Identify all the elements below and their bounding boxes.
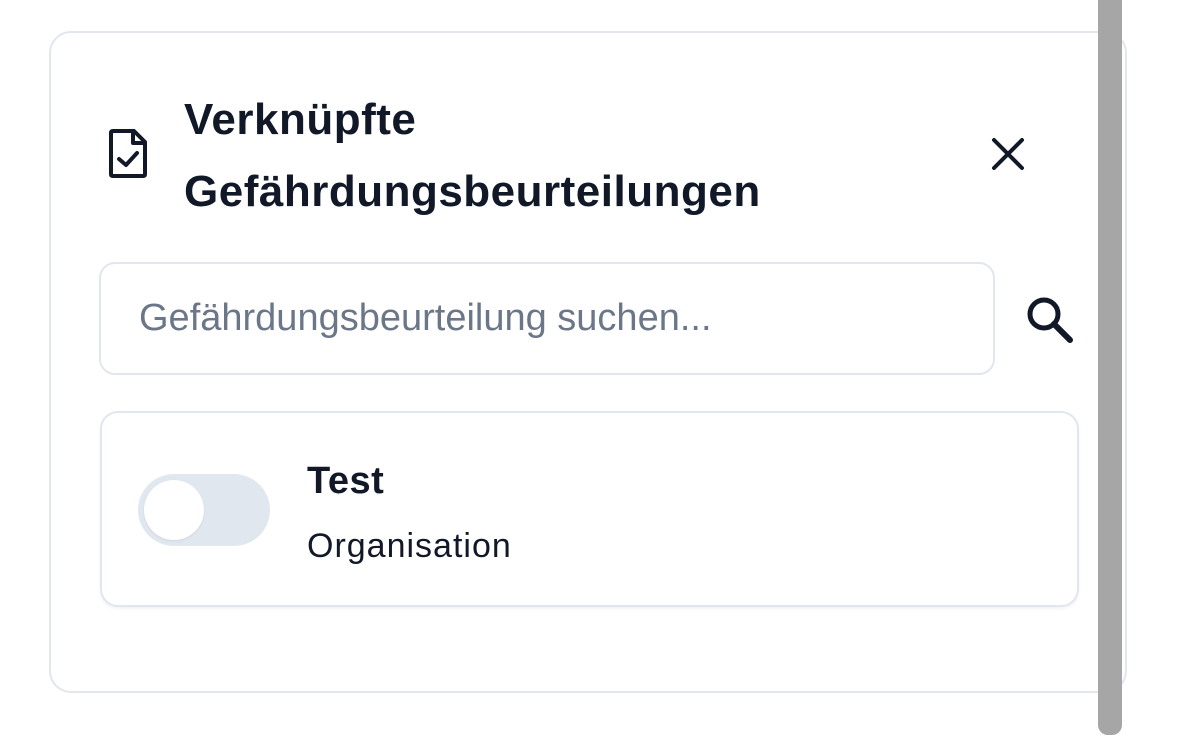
link-toggle[interactable]: [138, 474, 270, 546]
list-item-subtitle: Organisation: [307, 527, 512, 565]
search-input[interactable]: [99, 262, 995, 375]
dialog-title-line-1: Verknüpfte: [184, 95, 417, 144]
scrollbar[interactable]: [1098, 0, 1122, 735]
dialog-title: Verknüpfte Gefährdungsbeurteilungen: [184, 84, 944, 228]
close-button[interactable]: [984, 130, 1032, 178]
list-item-title: Test: [307, 460, 385, 502]
close-icon: [992, 138, 1024, 170]
page: Verknüpfte Gefährdungsbeurteilungen Test…: [0, 0, 1179, 741]
file-check-icon: [107, 127, 151, 179]
dialog-title-line-2: Gefährdungsbeurteilungen: [184, 167, 761, 216]
search-icon: [1027, 297, 1073, 343]
toggle-knob: [144, 480, 204, 540]
search-button[interactable]: [1022, 292, 1078, 348]
